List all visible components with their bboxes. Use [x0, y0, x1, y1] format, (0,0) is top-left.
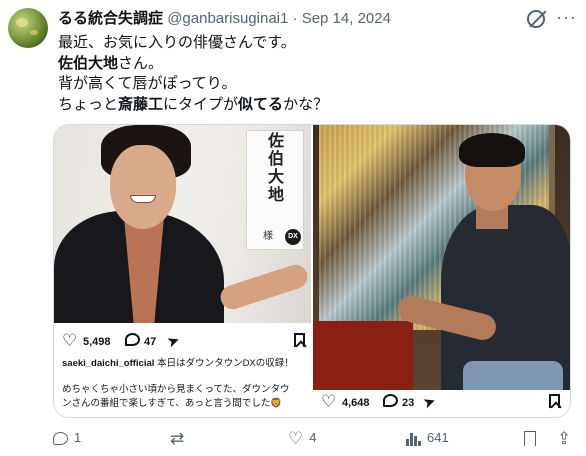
tweet-text-bold: 佐伯大地	[58, 54, 119, 72]
photo-actor-backstage: 佐伯大地 様 DX	[54, 125, 311, 323]
author-name[interactable]: るる統合失調症	[58, 10, 163, 27]
card-name: 佐伯大地	[267, 133, 284, 204]
send-icon: ➤	[420, 392, 439, 413]
tweet-text-bold: 斎藤工	[118, 95, 164, 113]
card-sama: 様	[263, 231, 273, 242]
bookmark-button[interactable]	[524, 428, 536, 448]
views-count: 641	[427, 430, 449, 445]
heart-icon: ♡	[288, 428, 304, 448]
share-icon: ⇪	[557, 428, 572, 448]
tweet-text: 最近、お気に入りの俳優さんです。 佐伯大地さん。 背が高くて唇がぽってり。 ちょっと斎…	[58, 33, 558, 115]
tweet-text-bold: 似てる	[238, 95, 284, 113]
tweet-text-line: 佐伯大地さん。	[58, 54, 558, 75]
tweet-text-line: 最近、お気に入りの俳優さんです。	[58, 33, 558, 54]
save-icon	[294, 333, 305, 347]
views-icon	[406, 432, 421, 446]
tweet-date[interactable]: Sep 14, 2024	[302, 10, 391, 27]
dx-badge: DX	[285, 229, 301, 245]
tweet-text-segment: かな？	[283, 95, 329, 113]
tweet-text-line: ちょっと斎藤工にタイプが似てるかな？	[58, 95, 558, 116]
author-handle[interactable]: @ganbarisuginai1	[167, 10, 288, 27]
reply-icon	[53, 432, 68, 446]
caption-body: めちゃくちゃ小さい頃から見まくってた、ダウンタウ ンさんの番組で楽しすぎて、あっ…	[62, 383, 307, 410]
caption-line: saeki_daichi_official 本日はダウンタウンDXの収録！	[62, 357, 307, 370]
caption-body-line: ンさんの番組で楽しすぎて、あっと言う間でした🦁	[62, 397, 283, 409]
caption-body-line: めちゃくちゃ小さい頃から見まくってた、ダウンタウ	[62, 384, 290, 395]
comment-icon	[125, 333, 140, 346]
caption-username: saeki_daichi_official	[62, 358, 155, 369]
heart-icon: ♡	[321, 392, 337, 411]
like-button[interactable]: ♡ 4	[288, 428, 316, 448]
share-button[interactable]: ⇪	[557, 428, 571, 448]
avatar[interactable]	[8, 8, 48, 48]
views-button[interactable]: 641	[406, 428, 449, 448]
tweet-text-line: 背が高くて唇がぽってり。	[58, 74, 558, 95]
reply-button[interactable]: 1	[53, 428, 81, 448]
tweet-text-segment: にタイプが	[163, 95, 239, 113]
retweet-button[interactable]: ⇄	[170, 428, 190, 448]
likes-count: 4,648	[342, 397, 370, 409]
comment-icon	[383, 394, 398, 407]
tweet-text-segment: 背が高くて唇がぽってり。	[58, 75, 237, 92]
grok-icon[interactable]	[527, 10, 545, 28]
heart-icon: ♡	[62, 331, 78, 350]
tweet-text-segment: 最近、お気に入りの俳優さんです。	[58, 34, 296, 51]
more-icon[interactable]: ···	[556, 8, 577, 26]
likes-count: 5,498	[83, 336, 111, 348]
caption-text: 本日はダウンタウンDXの収録！	[157, 358, 294, 369]
tweet-header: るる統合失調症 @ganbarisuginai1 · Sep 14, 2024	[58, 9, 538, 29]
retweet-icon: ⇄	[170, 428, 184, 448]
media-image-right[interactable]: ♡ 4,648 23 ➤	[313, 125, 570, 417]
tweet-text-segment: さん。	[118, 54, 164, 72]
comments-count: 47	[144, 336, 157, 348]
photo-actor-seated	[313, 125, 570, 390]
reply-count: 1	[74, 430, 82, 445]
media-image-left[interactable]: 佐伯大地 様 DX ♡ 5,498 47 ➤ saeki_daichi_offi…	[54, 125, 311, 417]
bookmark-icon	[524, 431, 536, 447]
save-icon	[549, 394, 560, 408]
media-grid[interactable]: 佐伯大地 様 DX ♡ 5,498 47 ➤ saeki_daichi_offi…	[53, 124, 571, 418]
tweet-text-segment: ちょっと	[58, 95, 119, 113]
tweet-actions: 1 ⇄ ♡ 4 641 ⇪	[0, 426, 586, 450]
separator-dot: ·	[292, 10, 298, 27]
send-icon: ➤	[164, 331, 183, 352]
comments-count: 23	[402, 397, 415, 409]
like-count: 4	[309, 430, 317, 445]
name-card: 佐伯大地 様 DX	[246, 130, 304, 250]
